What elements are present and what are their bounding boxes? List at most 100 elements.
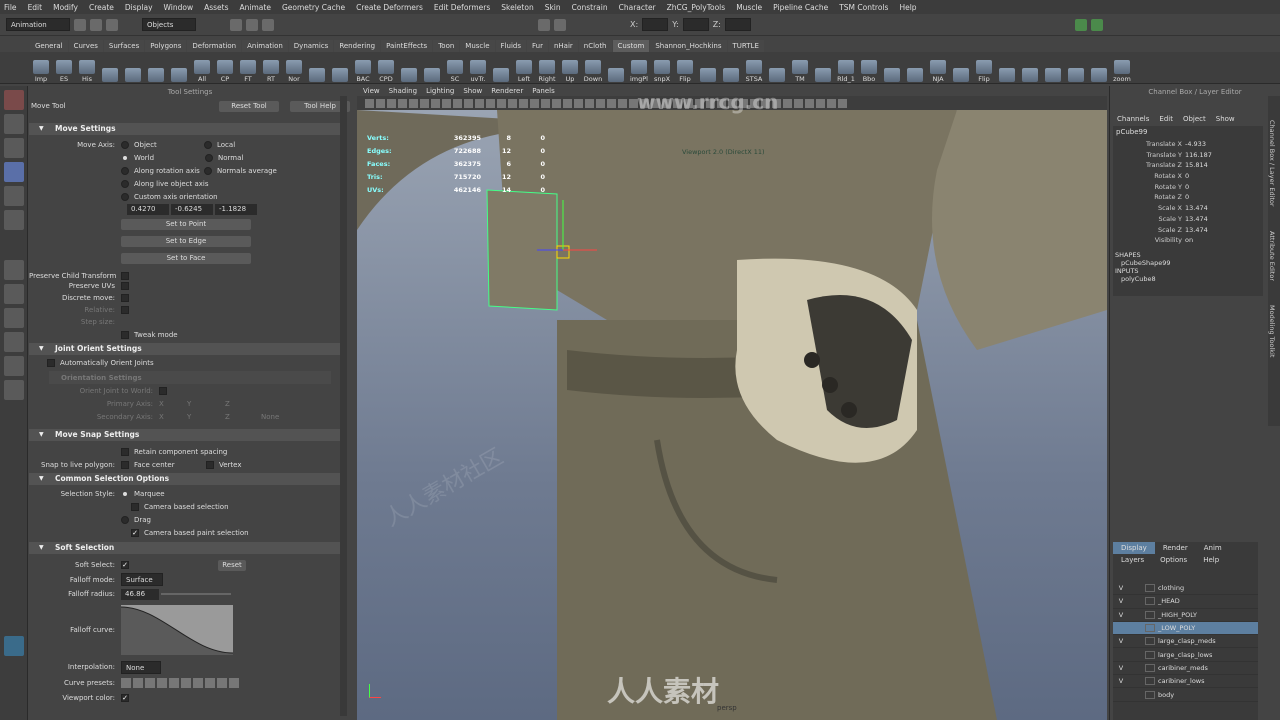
layer-row[interactable]: _LOW_POLY	[1113, 621, 1258, 636]
layer-row[interactable]: Vcaribiner_lows	[1113, 675, 1258, 689]
shelf-button[interactable]: uvTr.	[467, 60, 489, 83]
move-settings-section[interactable]: Move Settings	[29, 123, 343, 135]
shelf-button[interactable]	[398, 68, 420, 83]
open-scene-icon[interactable]	[90, 18, 102, 31]
vertex-checkbox[interactable]	[206, 460, 214, 469]
channel-menu-object[interactable]: Object	[1183, 112, 1206, 126]
layer-row[interactable]: V _HEAD	[1113, 595, 1258, 609]
snap-point-icon[interactable]	[262, 18, 274, 31]
viewport-menu-lighting[interactable]: Lighting	[426, 86, 454, 96]
curve-preset-icon[interactable]	[169, 678, 179, 688]
curve-preset-icon[interactable]	[217, 678, 227, 688]
attribute-value[interactable]: 116.187	[1185, 150, 1212, 161]
viewport-toolbar-icon[interactable]	[453, 98, 462, 108]
viewport-toolbar-icon[interactable]	[398, 98, 407, 108]
attribute-value[interactable]: 15.814	[1185, 160, 1208, 171]
set-to-point-button[interactable]: Set to Point	[121, 219, 251, 230]
menu-display[interactable]: Display	[125, 3, 153, 12]
shelf-button[interactable]	[490, 68, 512, 83]
viewport-toolbar-icon[interactable]	[530, 98, 539, 108]
shelf-tab-fluids[interactable]: Fluids	[495, 40, 526, 52]
layer-tab-anim[interactable]: Anim	[1196, 542, 1230, 554]
render-icon[interactable]	[538, 18, 550, 31]
rotate-tool-icon[interactable]	[3, 186, 24, 206]
select-tool-icon[interactable]	[3, 90, 24, 110]
layer-tab-render[interactable]: Render	[1155, 542, 1196, 554]
shelf-tab-nhair[interactable]: nHair	[548, 40, 578, 52]
shelf-tab-muscle[interactable]: Muscle	[460, 40, 495, 52]
channel-menu-edit[interactable]: Edit	[1159, 112, 1173, 126]
curve-preset-icon[interactable]	[121, 678, 131, 688]
shelf-button[interactable]	[329, 68, 351, 83]
move-snap-section[interactable]: Move Snap Settings	[29, 429, 343, 441]
shape-name[interactable]: pCubeShape99	[1113, 259, 1263, 267]
layer-color-swatch[interactable]	[1145, 624, 1155, 633]
layer-row[interactable]: Vcaribiner_meds	[1113, 662, 1258, 676]
shelf-button[interactable]	[1019, 68, 1041, 83]
side-tab[interactable]: Modeling Toolkit	[1268, 305, 1276, 357]
layer-visibility-toggle[interactable]: V	[1113, 597, 1129, 605]
menu-file[interactable]: File	[4, 3, 17, 12]
menu-skin[interactable]: Skin	[545, 3, 561, 12]
shelf-button[interactable]	[421, 68, 443, 83]
shelf-tab-custom[interactable]: Custom	[612, 40, 650, 52]
viewport-toolbar-icon[interactable]	[585, 98, 594, 108]
viewport-toolbar-icon[interactable]	[464, 98, 473, 108]
marquee-radio[interactable]	[123, 491, 127, 496]
move-tool-icon[interactable]	[3, 162, 24, 182]
layer-menu-layers[interactable]: Layers	[1113, 554, 1152, 566]
layer-visibility-toggle[interactable]: V	[1113, 584, 1129, 592]
shelf-button[interactable]	[904, 68, 926, 83]
viewport-color-checkbox[interactable]: ✓	[121, 693, 129, 702]
menu-modify[interactable]: Modify	[53, 3, 78, 12]
custom-layout-icon[interactable]	[3, 356, 24, 376]
shelf-button[interactable]: Up	[559, 60, 581, 83]
curve-preset-icon[interactable]	[193, 678, 203, 688]
viewport-toolbar-icon[interactable]	[431, 98, 440, 108]
menu-edit[interactable]: Edit	[28, 3, 43, 12]
shelf-button[interactable]	[697, 68, 719, 83]
channel-menu-channels[interactable]: Channels	[1117, 112, 1149, 126]
shelf-tab-deformation[interactable]: Deformation	[187, 40, 242, 52]
along-rotation-radio[interactable]	[121, 166, 129, 175]
channel-attribute[interactable]: Rotate X0	[1113, 171, 1263, 182]
viewport-toolbar-icon[interactable]	[376, 98, 385, 108]
menu-animate[interactable]: Animate	[240, 3, 271, 12]
layer-color-swatch[interactable]	[1145, 690, 1155, 699]
viewport-toolbar-icon[interactable]	[805, 98, 814, 108]
viewport-toolbar-icon[interactable]	[475, 98, 484, 108]
shelf-button[interactable]: NJA	[927, 60, 949, 83]
menu-help[interactable]: Help	[899, 3, 916, 12]
shelf-tab-curves[interactable]: Curves	[68, 40, 103, 52]
axis-z-field[interactable]: -1.1828	[215, 204, 257, 215]
viewport-toolbar-icon[interactable]	[519, 98, 528, 108]
camera-based-checkbox[interactable]	[131, 502, 139, 511]
layer-color-swatch[interactable]	[1145, 650, 1155, 659]
viewport-menu-renderer[interactable]: Renderer	[491, 86, 523, 96]
shelf-button[interactable]: CP	[214, 60, 236, 83]
input-name[interactable]: polyCube8	[1113, 275, 1263, 283]
normal-radio[interactable]	[205, 153, 213, 162]
layer-row[interactable]: Vclothing	[1113, 582, 1258, 596]
shelf-tab-general[interactable]: General	[30, 40, 68, 52]
channel-attribute[interactable]: Scale Z 13.474	[1113, 225, 1263, 236]
auto-orient-checkbox[interactable]	[47, 358, 55, 367]
channel-attribute[interactable]: Translate Y 116.187	[1113, 150, 1263, 161]
shelf-button[interactable]: CPD	[375, 60, 397, 83]
shelf-button[interactable]: All	[191, 60, 213, 83]
viewport-toolbar-icon[interactable]	[827, 98, 836, 108]
shelf-tab-polygons[interactable]: Polygons	[145, 40, 187, 52]
scene-view[interactable]: Verts: 362395 8 0 Edges: 722688 12 0 Faces: 36237…	[357, 90, 1107, 720]
attribute-value[interactable]: on	[1185, 235, 1193, 246]
falloff-mode-dropdown[interactable]: Surface	[121, 573, 163, 586]
shelf-button[interactable]: imgPl	[628, 60, 650, 83]
shelf-button[interactable]	[168, 68, 190, 83]
shelf-button[interactable]: Left	[513, 60, 535, 83]
set-to-edge-button[interactable]: Set to Edge	[121, 236, 251, 247]
shelf-button[interactable]	[1088, 68, 1110, 83]
axis-x-field[interactable]: 0.4270	[127, 204, 169, 215]
save-scene-icon[interactable]	[106, 18, 118, 31]
shelf-tab-shannon-hochkins[interactable]: Shannon_Hochkins	[650, 40, 727, 52]
panel-toggle-icon[interactable]	[1074, 18, 1087, 31]
viewport-toolbar-icon[interactable]	[563, 98, 572, 108]
